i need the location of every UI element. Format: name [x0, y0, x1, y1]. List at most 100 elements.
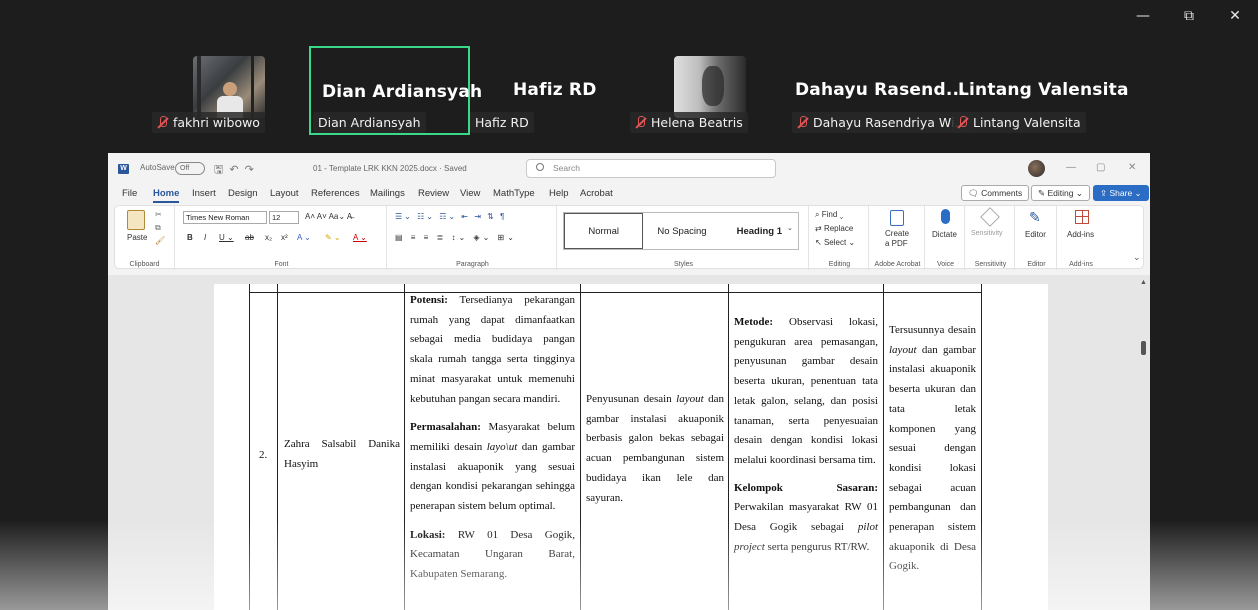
replace-button[interactable]: ⇄ Replace — [815, 224, 853, 233]
document-title[interactable]: 01 - Template LRK KKN 2025.docx · Saved — [313, 164, 467, 173]
ribbon-home: Paste ✂ ⧉ 🖌 Clipboard Times New Roman 12… — [114, 205, 1144, 270]
search-box[interactable]: Search — [526, 159, 776, 178]
editor-group-label: Editor — [1027, 261, 1046, 268]
scroll-up-icon[interactable]: ▲ — [1140, 279, 1147, 286]
group-editing: ⌕ Find ⌄ ⇄ Replace ↖ Select ⌄ Editing — [811, 206, 869, 270]
editing-mode-button[interactable]: ✎ Editing ⌄ — [1031, 185, 1090, 201]
subscript-button[interactable]: x₂ — [265, 233, 272, 242]
participant-name-tag: Lintang Valensita — [952, 112, 1086, 133]
close-button[interactable]: ✕ — [1212, 4, 1258, 28]
bold-button[interactable]: B — [187, 233, 193, 242]
comments-button[interactable]: 🗨 Comments — [961, 185, 1030, 201]
table-cell-output[interactable]: Tersusunnya desain layout dan gambar ins… — [883, 284, 982, 610]
metode-paragraph: Metode: Observasi lokasi, pengukuran are… — [734, 316, 879, 466]
copy-icon[interactable]: ⧉ — [155, 223, 161, 233]
addins-button[interactable]: Add-ins — [1067, 230, 1094, 239]
style-no-spacing[interactable]: No Spacing — [643, 213, 720, 249]
strikethrough-button[interactable]: ab — [245, 233, 254, 242]
font-size-buttons[interactable]: A˄ A˅ Aa⌄ A̶ — [305, 212, 352, 221]
tab-mathtype[interactable]: MathType — [493, 188, 535, 199]
create-pdf-label[interactable]: Create — [885, 229, 909, 238]
user-avatar[interactable] — [1028, 160, 1045, 177]
tab-acrobat[interactable]: Acrobat — [580, 188, 613, 199]
participant-tile-hafiz[interactable]: Hafiz RD Hafiz RD — [470, 46, 610, 134]
participant-tile-fakhri[interactable]: fakhri wibowo — [150, 46, 270, 134]
word-titlebar: W AutoSave Off 🖫↶↷ 01 - Template LRK KKN… — [108, 153, 1150, 183]
tab-file[interactable]: File — [122, 188, 137, 199]
participant-name-tag: Dahayu Rasendriya Wi... — [792, 112, 972, 133]
minimize-button[interactable]: — — [1120, 4, 1166, 28]
autosave-toggle[interactable]: Off — [175, 162, 205, 175]
voice-group-label: Voice — [936, 261, 955, 268]
tab-view[interactable]: View — [460, 188, 480, 199]
sasaran-paragraph: Perwakilan masyarakat RW 01 Desa Gogik s… — [734, 501, 878, 553]
style-normal[interactable]: Normal — [564, 213, 644, 249]
tab-references[interactable]: References — [311, 188, 360, 199]
highlight-button[interactable]: ✎ ⌄ — [325, 233, 341, 242]
tab-home[interactable]: Home — [153, 188, 180, 203]
word-minimize-button[interactable]: — — [1066, 162, 1076, 173]
document-scrollbar[interactable]: ▲ — [1138, 275, 1150, 610]
table-cell-program[interactable]: Penyusunan desain layout dan gambar inst… — [580, 284, 728, 610]
table-cell-name[interactable]: Zahra Salsabil Danika Hasyim — [277, 284, 404, 610]
tab-insert[interactable]: Insert — [192, 188, 216, 199]
tab-review[interactable]: Review — [418, 188, 449, 199]
create-pdf-icon[interactable] — [890, 210, 904, 226]
find-button[interactable]: ⌕ Find ⌄ — [815, 210, 843, 220]
group-voice: Dictate Voice — [927, 206, 965, 270]
editor-button[interactable]: Editor — [1025, 230, 1046, 239]
font-color-button[interactable]: A ⌄ — [353, 233, 367, 242]
underline-button[interactable]: U ⌄ — [219, 233, 234, 242]
document-canvas: 2. Zahra Salsabil Danika Hasyim Potensi:… — [108, 275, 1150, 610]
word-restore-button[interactable]: ▢ — [1096, 162, 1105, 173]
select-button[interactable]: ↖ Select ⌄ — [815, 238, 855, 247]
participant-tile-helena[interactable]: Helena Beatris — [628, 46, 768, 134]
tab-help[interactable]: Help — [549, 188, 569, 199]
table-cell-situation[interactable]: Potensi: Tersedianya pekarangan rumah ya… — [404, 284, 580, 610]
collapse-ribbon-icon[interactable]: ⌄ — [1133, 252, 1141, 263]
sasaran-label: Kelompok Sasaran: — [734, 481, 878, 494]
dictate-button[interactable]: Dictate — [932, 230, 957, 239]
tab-mailings[interactable]: Mailings — [370, 188, 405, 199]
participant-tile-dian[interactable]: Dian Ardiansyah Dian Ardiansyah — [309, 46, 482, 135]
list-buttons[interactable]: ☰⌄ ☷⌄ ☶⌄ ⇤ ⇥ ⇅ ¶ — [395, 212, 506, 221]
font-name-select[interactable]: Times New Roman — [183, 211, 267, 224]
word-close-button[interactable]: ✕ — [1128, 162, 1136, 173]
group-sensitivity: Sensitivity Sensitivity — [967, 206, 1015, 270]
participant-tile-lintang[interactable]: Lintang Valensita Lintang Valensita — [952, 46, 1128, 134]
door-frame — [197, 56, 201, 118]
group-font: Times New Roman 12 A˄ A˅ Aa⌄ A̶ B I U ⌄ … — [177, 206, 387, 270]
quick-access-icons[interactable]: 🖫↶↷ — [214, 161, 260, 180]
addins-grid-icon[interactable] — [1075, 210, 1089, 224]
tab-layout[interactable]: Layout — [270, 188, 299, 199]
word-logo-icon: W — [118, 164, 129, 174]
document-page[interactable]: 2. Zahra Salsabil Danika Hasyim Potensi:… — [214, 284, 1048, 610]
restore-button[interactable]: ⧉ — [1166, 4, 1212, 28]
table-cell-number[interactable]: 2. — [249, 284, 277, 610]
participant-name-tag: fakhri wibowo — [152, 112, 265, 133]
participant-tile-dahayu[interactable]: Dahayu Rasend... Dahayu Rasendriya Wi... — [790, 46, 972, 134]
cut-icon[interactable]: ✂ — [155, 210, 162, 219]
share-button[interactable]: ⇪ Share ⌄ — [1093, 185, 1149, 201]
paste-icon[interactable] — [127, 210, 145, 230]
alignment-buttons[interactable]: ▤ ≡ ≡ ≣ ↕⌄ ◈⌄ ⊞⌄ — [395, 233, 517, 242]
format-painter-icon[interactable]: 🖌 — [155, 236, 165, 245]
font-group-label: Font — [274, 261, 289, 268]
create-pdf-label-2[interactable]: a PDF — [885, 239, 908, 248]
italic-button[interactable]: I — [204, 233, 206, 242]
editor-pen-icon[interactable]: ✎ — [1029, 209, 1041, 226]
tab-design[interactable]: Design — [228, 188, 258, 199]
editing-group-label: Editing — [828, 261, 851, 268]
superscript-button[interactable]: x² — [281, 233, 288, 242]
font-size-select[interactable]: 12 — [269, 211, 299, 224]
scrollbar-thumb[interactable] — [1141, 341, 1146, 355]
dictate-mic-icon[interactable] — [941, 209, 950, 224]
table-cell-method[interactable]: Metode: Observasi lokasi, pengukuran are… — [728, 284, 883, 610]
ribbon-tabs: File Home Insert Design Layout Reference… — [108, 183, 1150, 205]
addins-group-label: Add-ins — [1069, 261, 1093, 268]
paste-label[interactable]: Paste — [127, 233, 147, 242]
door-frame — [251, 56, 254, 118]
styles-more-icon[interactable]: ⌄ — [787, 224, 793, 232]
text-effects-button[interactable]: A ⌄ — [297, 233, 311, 242]
participant-video — [674, 56, 746, 118]
